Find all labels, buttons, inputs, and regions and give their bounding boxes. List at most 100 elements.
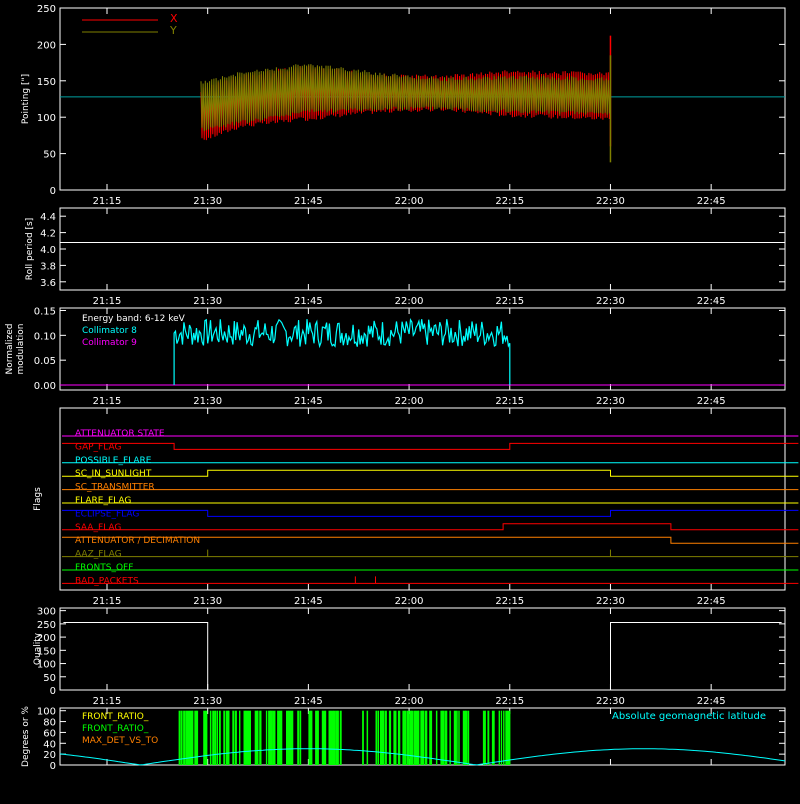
ratio-bar: [491, 710, 495, 765]
x-tick-label: 21:45: [294, 396, 323, 407]
panel-pointing: 21:15 21:30 21:45 22:00 22:15 22:30 22:45 0 50 10…: [21, 4, 786, 207]
quality-line: [63, 622, 782, 691]
panel-frame: [59, 407, 786, 591]
x-tick-label: 22:15: [495, 296, 524, 307]
x-tick-label: 21:15: [93, 296, 122, 307]
ratio-bar: [324, 710, 327, 765]
legend-label-Collimator-8: Collimator 8: [82, 326, 137, 336]
flag-label: FRONTS_OFF: [75, 563, 133, 573]
x-tick-label: 21:30: [193, 596, 222, 607]
ratio-bar: [297, 710, 299, 765]
x-tick-label: 21:45: [294, 196, 323, 207]
legend-label: FRONT_RATIO_: [82, 724, 149, 734]
y-tick-label: 0: [50, 686, 56, 697]
y-tick-label: 250: [37, 620, 56, 631]
ratio-bar: [442, 710, 445, 765]
ratio-bar: [234, 710, 237, 765]
ratio-bar: [310, 710, 313, 765]
ratio-bar: [507, 710, 511, 765]
ratio-bar: [402, 710, 405, 765]
series-collimator-8: [173, 317, 511, 385]
x-tick-label: 21:15: [93, 696, 122, 707]
flag-trace: [62, 523, 799, 531]
energy-band-annotation: Energy band: 6-12 keV: [82, 314, 186, 324]
ratio-bar: [245, 710, 249, 765]
ratio-bar: [444, 710, 448, 765]
x-tick-label: 21:30: [193, 196, 222, 207]
ratio-bar: [239, 710, 241, 765]
x-tick-label: 21:15: [93, 196, 122, 207]
ratio-bar: [382, 710, 385, 765]
ratio-bar: [337, 710, 339, 765]
plot-canvas: 21:15 21:30 21:45 22:00 22:15 22:30 22:45 0 50 10…: [0, 0, 800, 800]
ratio-bar: [277, 710, 280, 765]
ratio-bar: [362, 710, 364, 765]
y-axis-label: Quality: [33, 632, 43, 665]
ratio-bar: [205, 710, 208, 765]
ratio-bar: [375, 710, 378, 765]
flag-label: SC_TRANSMITTER: [75, 483, 155, 493]
flag-label: FLARE_FLAG: [75, 496, 131, 506]
ratio-bar: [429, 710, 433, 765]
y-tick-label: 0.15: [34, 306, 56, 317]
x-tick-label: 21:30: [193, 696, 222, 707]
x-tick-label: 22:00: [395, 596, 424, 607]
y-tick-label: 80: [43, 718, 56, 729]
ratio-bar: [406, 710, 410, 765]
ratio-bar: [503, 710, 505, 765]
flag-label: SAA_FLAG: [75, 523, 121, 533]
ratio-bar: [187, 710, 191, 765]
flag-trace: [62, 442, 799, 450]
ratio-bar: [223, 710, 225, 765]
y-axis-label: Degrees or %: [21, 706, 31, 767]
flag-label: ATTENUATOR STATE: [75, 429, 165, 439]
x-tick-label: 21:30: [193, 396, 222, 407]
y-tick-label: 4.4: [40, 212, 56, 223]
y-tick-label: 0.05: [34, 356, 56, 367]
ratio-bar: [333, 710, 336, 765]
x-tick-label: 21:45: [294, 296, 323, 307]
x-tick-label: 22:30: [596, 696, 625, 707]
ratio-bar: [393, 710, 397, 765]
y-tick-label: 250: [37, 4, 56, 15]
y-axis-label: Flags: [33, 487, 43, 511]
y-tick-label: 0.10: [34, 331, 56, 342]
ratio-bar: [339, 710, 342, 765]
ratio-bar: [265, 710, 268, 765]
y-tick-label: 4.0: [40, 245, 56, 256]
y-tick-label: 100: [37, 113, 56, 124]
ratio-bar: [328, 710, 332, 765]
flag-label: POSSIBLE_FLARE: [75, 456, 152, 466]
x-tick-label: 22:15: [495, 696, 524, 707]
y-tick-label: 100: [37, 707, 56, 718]
ratio-bar: [449, 710, 451, 765]
ratio-bar: [424, 710, 428, 765]
ratio-bar: [272, 710, 276, 765]
ratio-bar: [388, 710, 392, 765]
panel-geomag: 020406080100 Degrees or % FRONT_RATIO_ FRON…: [21, 706, 786, 772]
ratio-bar: [216, 710, 218, 765]
ratio-bar: [404, 710, 407, 765]
ratio-bar: [500, 710, 503, 765]
ratio-bar: [366, 710, 369, 765]
ratio-bar: [290, 710, 294, 765]
x-tick-label: 22:30: [596, 296, 625, 307]
legend-label: FRONT_RATIO_: [82, 712, 149, 722]
legend-label-Y: Y: [169, 24, 177, 37]
ratio-bar: [456, 710, 458, 765]
x-tick-label: 22:30: [596, 196, 625, 207]
panel-frame: [59, 207, 786, 291]
flag-trace: [62, 509, 799, 517]
x-tick-label: 22:45: [697, 196, 726, 207]
x-tick-label: 22:45: [697, 396, 726, 407]
y-tick-label: 50: [43, 673, 56, 684]
ratio-bar: [384, 710, 387, 765]
panel-quality: 21:15 21:30 21:45 22:00 22:15 22:30 22:4505010…: [33, 607, 786, 707]
x-tick-label: 22:00: [395, 396, 424, 407]
x-tick-label: 21:15: [93, 396, 122, 407]
geomagnetic-latitude-label: Absolute geomagnetic latitude: [612, 711, 766, 722]
ratio-bar: [288, 710, 291, 765]
ratio-bar: [411, 710, 414, 765]
x-tick-label: 22:15: [495, 596, 524, 607]
x-tick-label: 22:00: [395, 196, 424, 207]
